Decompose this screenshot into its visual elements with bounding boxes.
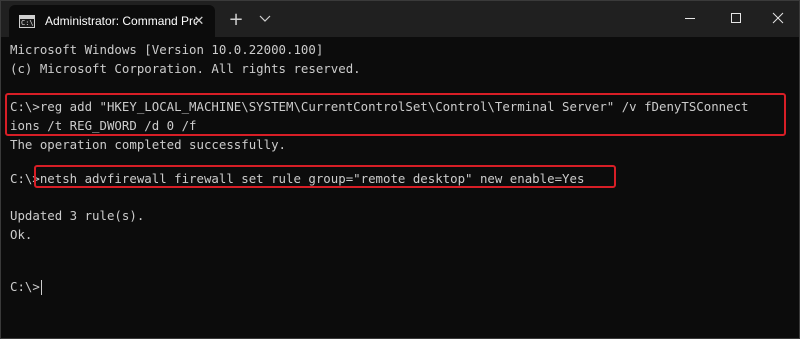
title-bar: C:\ Administrator: Command Promp ✕ + [1,1,799,37]
new-tab-button[interactable]: + [223,7,249,31]
maximize-icon [731,13,741,23]
console-line: Updated 3 rule(s). [10,208,145,223]
close-tab-icon[interactable]: ✕ [191,13,207,29]
prompt-text: C:\> [10,279,40,294]
minimize-icon [685,18,695,19]
console-line: Ok. [10,227,33,242]
minimize-button[interactable] [667,1,713,35]
console-line: (c) Microsoft Corporation. All rights re… [10,61,361,76]
console-prompt[interactable]: C:\> [10,277,42,296]
tab-command-prompt[interactable]: C:\ Administrator: Command Promp ✕ [9,5,215,37]
highlight-netsh-command [34,165,616,188]
tab-title: Administrator: Command Promp [45,14,197,28]
cmd-icon: C:\ [19,14,35,28]
cmd-icon-glyph: C:\ [21,18,34,27]
close-icon [772,12,784,24]
terminal-window: C:\ Administrator: Command Promp ✕ + Mic… [0,0,800,339]
chevron-down-icon[interactable] [253,7,277,31]
console-line: The operation completed successfully. [10,137,287,152]
highlight-reg-command [5,93,786,136]
console-line: Microsoft Windows [Version 10.0.22000.10… [10,42,324,57]
close-window-button[interactable] [755,1,799,35]
console-output[interactable]: Microsoft Windows [Version 10.0.22000.10… [1,37,799,338]
text-cursor [40,280,42,295]
maximize-button[interactable] [713,1,759,35]
